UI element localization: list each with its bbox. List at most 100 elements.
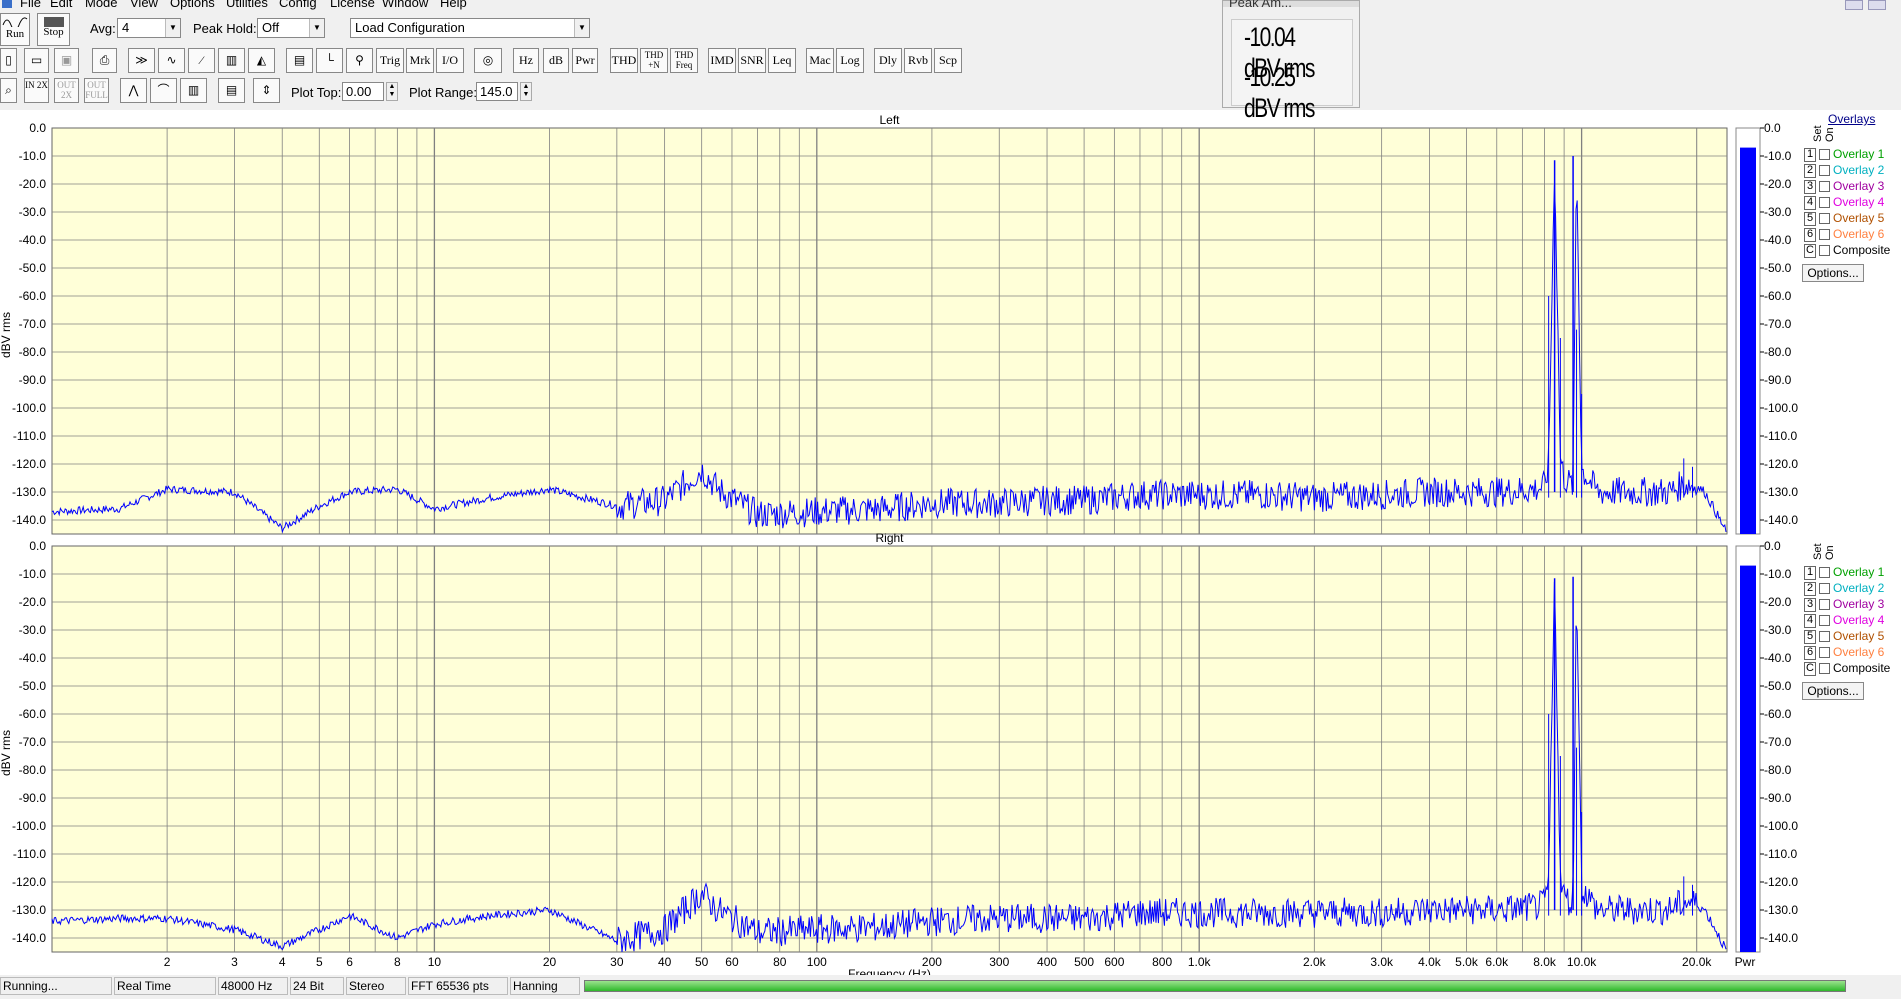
io-button[interactable]: I/O: [436, 48, 464, 73]
app-icon: [2, 0, 12, 8]
overlay-set-button[interactable]: 6: [1804, 646, 1816, 660]
new-file-button[interactable]: ▯: [0, 48, 17, 73]
settings-panel-button[interactable]: ▤: [286, 48, 313, 73]
y-tick-label: -100.0: [12, 401, 46, 415]
config-select[interactable]: Load Configuration ▼: [350, 18, 590, 38]
restore-button[interactable]: [1868, 0, 1886, 10]
plot-range-spinner[interactable]: ▲ ▼: [520, 82, 532, 101]
ramp-button[interactable]: ⁄: [188, 48, 215, 73]
mrk-button[interactable]: Mrk: [406, 48, 434, 73]
y-tick-label: -90.0: [19, 373, 47, 387]
overlay-checkbox[interactable]: [1819, 583, 1830, 594]
zoom-button[interactable]: ⌕: [0, 78, 17, 103]
log-button[interactable]: Log: [836, 48, 864, 73]
3d-surface-button[interactable]: ◭: [248, 48, 275, 73]
menu-utilities[interactable]: Utilities: [226, 0, 268, 10]
bar-view-button[interactable]: ▥: [180, 78, 207, 103]
mac-button[interactable]: Mac: [806, 48, 834, 73]
overlay-set-button[interactable]: 2: [1804, 582, 1816, 596]
overlay-checkbox[interactable]: [1819, 229, 1830, 240]
menu-window[interactable]: Window: [382, 0, 428, 10]
plot-range-input[interactable]: 145.0: [476, 82, 518, 101]
run-button[interactable]: Run: [0, 13, 30, 46]
peak-view-button[interactable]: ⋀: [120, 78, 147, 103]
pwr-button[interactable]: Pwr: [572, 48, 598, 73]
overlay-checkbox[interactable]: [1819, 213, 1830, 224]
overlay-checkbox[interactable]: [1819, 615, 1830, 626]
axis-button[interactable]: └: [316, 48, 343, 73]
on-column-label: On: [1824, 545, 1836, 560]
peakhold-select[interactable]: Off ▼: [257, 18, 325, 38]
overlay-checkbox[interactable]: [1819, 181, 1830, 192]
overlay-checkbox[interactable]: [1819, 663, 1830, 674]
thd-freq-button[interactable]: THD Freq: [670, 48, 698, 73]
spectrum-plots[interactable]: Left 0.0 -10.0 -20.0 -30.0 -40.0 -50.0 -60.0 -70…: [0, 108, 1901, 975]
snr-button[interactable]: SNR: [738, 48, 766, 73]
menu-file[interactable]: File: [20, 0, 41, 10]
hz-button[interactable]: Hz: [513, 48, 539, 73]
overlay-options-button[interactable]: Options...: [1802, 264, 1864, 282]
zoom-out-full-button[interactable]: OUT FULL: [84, 78, 109, 103]
db-button[interactable]: dB: [543, 48, 569, 73]
overlay-checkbox[interactable]: [1819, 245, 1830, 256]
print-button[interactable]: ⎙: [92, 48, 117, 73]
overlay-set-button[interactable]: 3: [1804, 598, 1816, 612]
overlay-label: Overlay 3: [1833, 597, 1885, 611]
overlay-set-button[interactable]: C: [1804, 662, 1816, 676]
overlay-checkbox[interactable]: [1819, 149, 1830, 160]
leq-button[interactable]: Leq: [768, 48, 796, 73]
menu-options[interactable]: Options: [170, 0, 215, 10]
overlay-set-button[interactable]: 4: [1804, 196, 1816, 210]
overlay-checkbox[interactable]: [1819, 599, 1830, 610]
overlay-checkbox[interactable]: [1819, 567, 1830, 578]
cursor-button[interactable]: ⇕: [253, 78, 280, 103]
menu-edit[interactable]: Edit: [50, 0, 72, 10]
menu-view[interactable]: View: [130, 0, 158, 10]
zoom-in-2x-button[interactable]: IN 2X: [24, 78, 49, 103]
overlay-set-button[interactable]: 4: [1804, 614, 1816, 628]
line-view-button[interactable]: ⌒: [150, 78, 177, 103]
printer-icon: ⎙: [99, 53, 110, 67]
generator-button[interactable]: ⚲: [346, 48, 373, 73]
x-tick-label: 500: [1074, 955, 1094, 969]
overlay-set-button[interactable]: 1: [1804, 148, 1816, 162]
trig-button[interactable]: Trig: [376, 48, 404, 73]
generator-icon: ⚲: [355, 53, 364, 67]
menu-config[interactable]: Config: [279, 0, 317, 10]
overlay-set-button[interactable]: 5: [1804, 212, 1816, 226]
overlay-options-button[interactable]: Options...: [1802, 682, 1864, 700]
open-button[interactable]: ▭: [24, 48, 49, 73]
overlay-checkbox[interactable]: [1819, 647, 1830, 658]
panel-view-button[interactable]: ▤: [218, 78, 245, 103]
overlay-set-button[interactable]: 3: [1804, 180, 1816, 194]
fast-forward-button[interactable]: ≫: [128, 48, 155, 73]
plot-top-input[interactable]: 0.00: [342, 82, 384, 101]
menu-help[interactable]: Help: [440, 0, 467, 10]
overlay-set-button[interactable]: C: [1804, 244, 1816, 258]
thdn-button[interactable]: THD +N: [640, 48, 668, 73]
avg-select[interactable]: 4 ▼: [117, 18, 181, 38]
overlay-checkbox[interactable]: [1819, 197, 1830, 208]
overlay-checkbox[interactable]: [1819, 631, 1830, 642]
rvb-button[interactable]: Rvb: [904, 48, 932, 73]
plot-top-spinner[interactable]: ▲ ▼: [386, 82, 398, 101]
dly-button[interactable]: Dly: [874, 48, 902, 73]
spectrogram-button[interactable]: ▥: [218, 48, 245, 73]
overlay-checkbox[interactable]: [1819, 165, 1830, 176]
thd-button[interactable]: THD: [610, 48, 638, 73]
zoom-out-2x-button[interactable]: OUT 2X: [54, 78, 79, 103]
overlay-set-button[interactable]: 5: [1804, 630, 1816, 644]
stop-button[interactable]: Stop: [37, 13, 70, 46]
overlay-set-button[interactable]: 1: [1804, 566, 1816, 580]
spectrum-mode-button[interactable]: ∿: [158, 48, 185, 73]
imd-button[interactable]: IMD: [708, 48, 736, 73]
menu-license[interactable]: License: [330, 0, 375, 10]
save-button[interactable]: ▣: [54, 48, 79, 73]
overlays-panel-left: Overlays Set On 1 Overlay 1 2 Overlay 2 3 Overla…: [1800, 112, 1901, 292]
scp-button[interactable]: Scp: [934, 48, 962, 73]
oscillator-button[interactable]: ◎: [474, 48, 502, 73]
overlay-set-button[interactable]: 2: [1804, 164, 1816, 178]
overlay-set-button[interactable]: 6: [1804, 228, 1816, 242]
minimize-button[interactable]: [1845, 0, 1863, 10]
menu-mode[interactable]: Mode: [85, 0, 118, 10]
